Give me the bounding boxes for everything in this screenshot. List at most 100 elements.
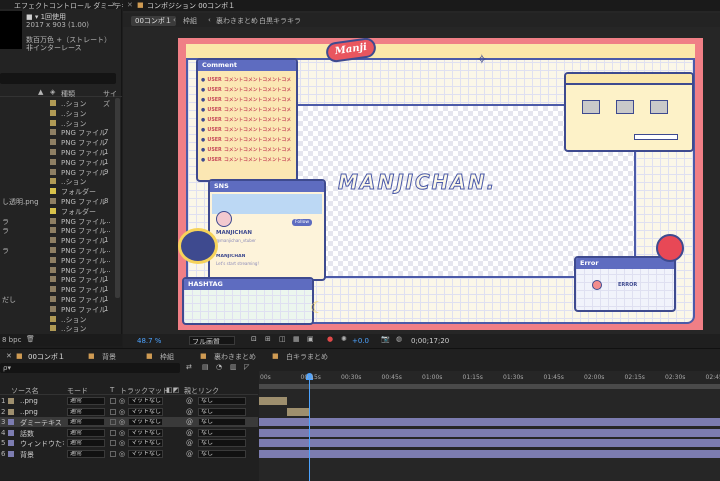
preserve-transparency-checkbox[interactable] — [110, 451, 116, 457]
layer-name[interactable]: 背景 — [20, 450, 64, 458]
layer-duration-bar[interactable] — [259, 439, 720, 447]
pickwhip-icon[interactable]: @ — [186, 439, 193, 447]
layer-mode-dropdown[interactable]: 通常 — [67, 408, 105, 416]
lock-icon[interactable]: ■ — [146, 352, 153, 360]
trackmatte-dropdown[interactable]: マットなし — [128, 439, 163, 447]
label-color-swatch[interactable] — [50, 208, 56, 214]
col-parent[interactable]: 親とリンク — [184, 386, 219, 396]
graph-editor-icon[interactable]: ◸ — [244, 363, 249, 371]
label-color-swatch[interactable] — [50, 159, 56, 165]
layer-row[interactable]: 2 ..png 通常 ◎ マットなし @ なし — [0, 407, 258, 417]
frame-blend-icon[interactable]: ▥ — [230, 363, 237, 371]
preserve-transparency-checkbox[interactable] — [110, 419, 116, 425]
playhead[interactable] — [309, 374, 310, 481]
pickwhip-icon[interactable]: @ — [186, 450, 193, 458]
preserve-transparency-checkbox[interactable] — [110, 430, 116, 436]
pickwhip-icon[interactable]: @ — [186, 408, 193, 416]
breadcrumb-frame[interactable]: 枠組 — [183, 16, 197, 26]
grid-icon[interactable]: ⊞ — [265, 335, 271, 343]
layer-label-color[interactable] — [8, 451, 14, 457]
layer-duration-bar[interactable] — [287, 408, 310, 416]
viewer-timecode[interactable]: 0;00;17;20 — [411, 337, 449, 345]
layer-name[interactable]: ダミーテキスト — [20, 418, 64, 426]
layer-row[interactable]: 5 ウィンドウたち 通常 ◎ マットなし @ なし — [0, 438, 258, 448]
pickwhip-icon[interactable]: @ — [186, 397, 193, 405]
bit-depth-button[interactable]: 8 bpc — [2, 336, 21, 344]
label-color-swatch[interactable] — [50, 110, 56, 116]
lock-icon[interactable]: ■ — [88, 352, 95, 360]
pickwhip-icon[interactable]: @ — [186, 429, 193, 437]
trackmatte-dropdown[interactable]: マットなし — [128, 408, 163, 416]
draft-3d-icon[interactable]: ▤ — [202, 363, 209, 371]
layer-label-color[interactable] — [8, 430, 14, 436]
exposure-value[interactable]: +0.0 — [352, 337, 369, 345]
timeline-tab-0[interactable]: 00コンポ１ — [28, 352, 65, 362]
project-item[interactable]: ..ション — [0, 323, 122, 334]
label-color-swatch[interactable] — [50, 100, 56, 106]
lock-icon[interactable]: ■ — [16, 352, 23, 360]
breadcrumb-sparkle[interactable]: 白黒キラキラ — [259, 16, 301, 26]
layer-duration-bar[interactable] — [259, 450, 720, 458]
timeline-tab-3[interactable]: 裏わきまとめ — [214, 352, 256, 362]
label-color-swatch[interactable] — [50, 169, 56, 175]
label-color-swatch[interactable] — [50, 218, 56, 224]
preserve-transparency-checkbox[interactable] — [110, 440, 116, 446]
project-search-input[interactable] — [0, 73, 116, 84]
layer-name[interactable]: ..png — [20, 408, 64, 416]
color-picker-icon[interactable]: ◍ — [396, 335, 402, 343]
trackmatte-dropdown[interactable]: マットなし — [128, 429, 163, 437]
col-source-name[interactable]: ソース名 — [11, 386, 39, 396]
switches-icon[interactable]: ◧◩ — [166, 386, 179, 394]
layer-duration-bar[interactable] — [259, 418, 720, 426]
layer-mode-dropdown[interactable]: 通常 — [67, 418, 105, 426]
label-color-swatch[interactable] — [50, 198, 56, 204]
parent-dropdown[interactable]: なし — [198, 439, 246, 447]
preserve-transparency-checkbox[interactable] — [110, 398, 116, 404]
breadcrumb-comp[interactable]: 00コンポ１ — [131, 16, 176, 26]
label-color-swatch[interactable] — [50, 149, 56, 155]
layer-label-color[interactable] — [8, 440, 14, 446]
follow-button[interactable]: Follow — [292, 219, 312, 226]
label-tag-icon[interactable]: ◈ — [50, 88, 55, 96]
parent-dropdown[interactable]: なし — [198, 418, 246, 426]
col-t[interactable]: T — [110, 386, 114, 394]
preserve-transparency-checkbox[interactable] — [110, 409, 116, 415]
close-tab-icon[interactable]: ✕ — [127, 1, 133, 9]
label-color-swatch[interactable] — [50, 247, 56, 253]
trackmatte-dropdown[interactable]: マットなし — [128, 450, 163, 458]
channel-icon[interactable]: ● — [327, 335, 333, 343]
layer-duration-bar[interactable] — [259, 397, 287, 405]
parent-dropdown[interactable]: なし — [198, 450, 246, 458]
label-color-swatch[interactable] — [50, 316, 56, 322]
label-color-swatch[interactable] — [50, 139, 56, 145]
label-color-swatch[interactable] — [50, 276, 56, 282]
timeline-tab-2[interactable]: 枠組 — [160, 352, 174, 362]
layer-label-color[interactable] — [8, 419, 14, 425]
parent-dropdown[interactable]: なし — [198, 397, 246, 405]
label-color-swatch[interactable] — [50, 306, 56, 312]
snapshot-icon[interactable]: 📷 — [381, 335, 390, 343]
composition-panel-tab[interactable]: コンポジション 00コンポ１ — [147, 1, 235, 11]
project-scrollbar[interactable] — [115, 98, 120, 298]
layer-label-color[interactable] — [8, 409, 14, 415]
label-color-swatch[interactable] — [50, 120, 56, 126]
label-color-swatch[interactable] — [50, 178, 56, 184]
trackmatte-dropdown[interactable]: マットなし — [128, 418, 163, 426]
layer-row[interactable]: 4 話数 通常 ◎ マットなし @ なし — [0, 428, 258, 438]
layer-name[interactable]: 話数 — [20, 429, 64, 437]
trash-icon[interactable]: 🗑 — [26, 335, 35, 343]
label-color-swatch[interactable] — [50, 188, 56, 194]
work-area-bar[interactable] — [259, 384, 720, 389]
timeline-tab-1[interactable]: 背景 — [102, 352, 116, 362]
col-mode[interactable]: モード — [67, 386, 88, 396]
sort-up-icon[interactable]: ▲ — [38, 88, 43, 96]
layer-duration-bar[interactable] — [259, 429, 720, 437]
timeline-tab-4[interactable]: 白キラまとめ — [286, 352, 328, 362]
layer-name[interactable]: ウィンドウたち — [20, 439, 64, 447]
label-color-swatch[interactable] — [50, 129, 56, 135]
transparency-grid-icon[interactable]: ▦ — [293, 335, 300, 343]
label-color-swatch[interactable] — [50, 237, 56, 243]
search-input[interactable]: ρ▾ — [3, 364, 11, 372]
toggle-mask-icon[interactable]: ⊡ — [251, 335, 257, 343]
trackmatte-dropdown[interactable]: マットなし — [128, 397, 163, 405]
